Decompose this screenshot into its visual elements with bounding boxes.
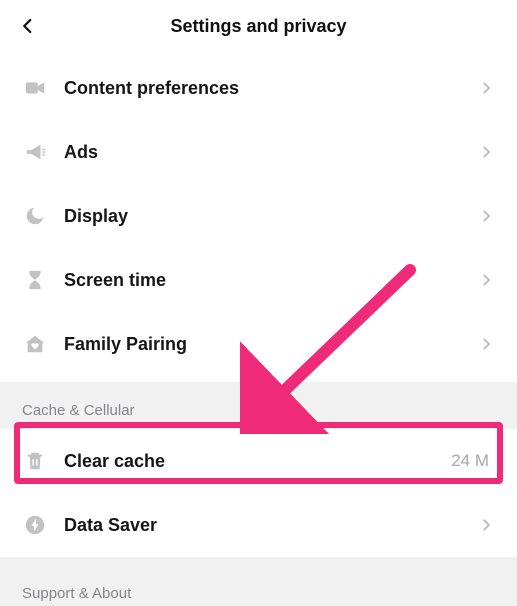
- section-title-support: Support & About: [0, 557, 517, 606]
- megaphone-icon: [22, 139, 48, 165]
- row-ads[interactable]: Ads: [0, 120, 517, 184]
- trash-icon: [22, 448, 48, 474]
- row-label: Ads: [64, 142, 477, 163]
- chevron-right-icon: [477, 516, 495, 534]
- row-data-saver[interactable]: Data Saver: [0, 493, 517, 557]
- section-title-cache: Cache & Cellular: [0, 382, 517, 429]
- chevron-right-icon: [477, 79, 495, 97]
- house-heart-icon: [22, 331, 48, 357]
- chevron-left-icon: [19, 17, 37, 35]
- settings-group-2: Clear cache 24 M Data Saver: [0, 429, 517, 557]
- video-icon: [22, 75, 48, 101]
- chevron-right-icon: [477, 271, 495, 289]
- row-screen-time[interactable]: Screen time: [0, 248, 517, 312]
- settings-group-1: Content preferences Ads Display: [0, 52, 517, 382]
- row-content-preferences[interactable]: Content preferences: [0, 56, 517, 120]
- row-display[interactable]: Display: [0, 184, 517, 248]
- page-title: Settings and privacy: [170, 16, 346, 37]
- row-label: Display: [64, 206, 477, 227]
- row-label: Content preferences: [64, 78, 477, 99]
- chevron-right-icon: [477, 335, 495, 353]
- row-label: Data Saver: [64, 515, 477, 536]
- row-label: Screen time: [64, 270, 477, 291]
- bolt-circle-icon: [22, 512, 48, 538]
- moon-icon: [22, 203, 48, 229]
- back-button[interactable]: [14, 12, 42, 40]
- row-clear-cache[interactable]: Clear cache 24 M: [0, 429, 517, 493]
- row-label: Family Pairing: [64, 334, 477, 355]
- settings-screen: Settings and privacy Content preferences…: [0, 0, 517, 606]
- chevron-right-icon: [477, 207, 495, 225]
- row-value: 24 M: [451, 451, 489, 471]
- hourglass-icon: [22, 267, 48, 293]
- row-label: Clear cache: [64, 451, 451, 472]
- header-bar: Settings and privacy: [0, 0, 517, 52]
- row-family-pairing[interactable]: Family Pairing: [0, 312, 517, 376]
- chevron-right-icon: [477, 143, 495, 161]
